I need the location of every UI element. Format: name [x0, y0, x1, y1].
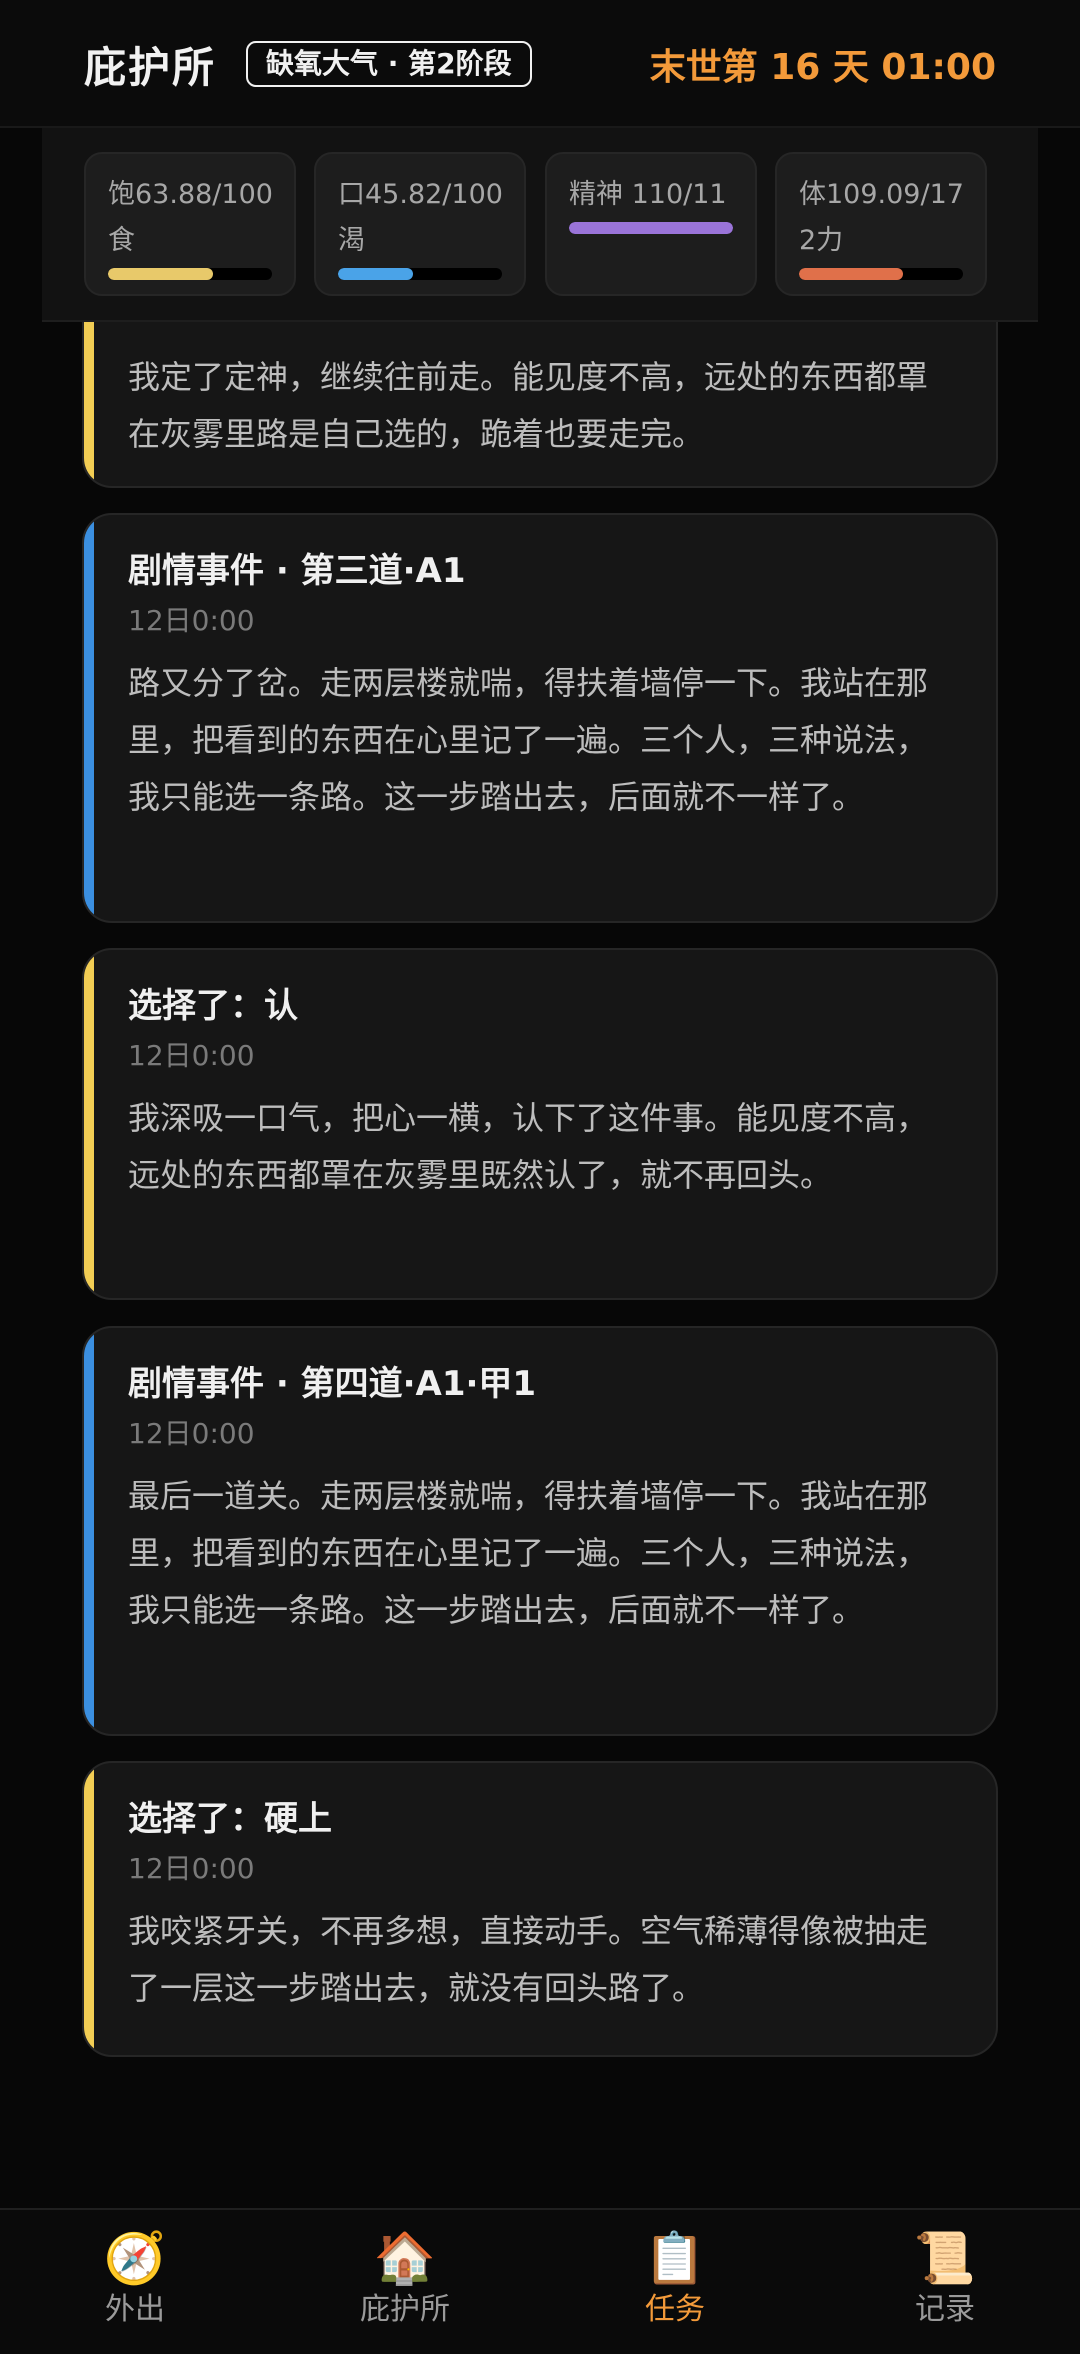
- hunger-bar-fill: [108, 268, 213, 280]
- stats-panel: 饱63.88/100食 口45.82/100渴 精神 110/110 体109.…: [42, 128, 1038, 322]
- house-icon: 🏠: [373, 2229, 437, 2287]
- card-title: 选择了：认: [128, 986, 298, 1026]
- card-body: 我定了定神，继续往前走。能见度不高，远处的东西都罩在灰雾里路是自己选的，跪着也要…: [128, 358, 929, 453]
- stat-label: 口45.82/100渴: [338, 179, 503, 256]
- stage-badge: 缺氧大气 · 第2阶段: [246, 41, 532, 87]
- stamina-bar: [799, 268, 963, 280]
- stat-card-thirst: 口45.82/100渴: [314, 152, 526, 296]
- event-feed[interactable]: 我定了定神，继续往前走。能见度不高，远处的东西都罩在灰雾里路是自己选的，跪着也要…: [0, 0, 1080, 2210]
- nav-item-records[interactable]: 📜 记录: [845, 2230, 1045, 2330]
- card-time: 12日0:00: [128, 1039, 255, 1072]
- card-accent-bar: [84, 1328, 94, 1734]
- feed-card-event: 剧情事件 · 第四道·A1·甲1 12日0:00 最后一道关。走两层楼就喘，得扶…: [82, 1326, 998, 1736]
- card-time: 12日0:00: [128, 604, 255, 637]
- stat-card-spirit: 精神 110/110: [545, 152, 757, 296]
- card-title: 剧情事件 · 第三道·A1: [128, 551, 466, 591]
- card-accent-bar: [84, 515, 94, 921]
- top-header: 庇护所 缺氧大气 · 第2阶段 末世第 16 天 01:00: [0, 0, 1080, 128]
- nav-label: 外出: [105, 2292, 165, 2327]
- page-title: 庇护所: [84, 42, 217, 92]
- clipboard-icon: 📋: [643, 2229, 707, 2287]
- feed-card-choice: 选择了：硬上 12日0:00 我咬紧牙关，不再多想，直接动手。空气稀薄得像被抽走…: [82, 1761, 998, 2057]
- card-body: 我深吸一口气，把心一横，认下了这件事。能见度不高，远处的东西都罩在灰雾里既然认了…: [128, 1099, 929, 1194]
- card-time: 12日0:00: [128, 1852, 255, 1885]
- bottom-nav: 🧭 外出 🏠 庇护所 📋 任务 📜 记录: [0, 2208, 1080, 2354]
- nav-item-shelter[interactable]: 🏠 庇护所: [305, 2230, 505, 2330]
- scroll-icon: 📜: [913, 2229, 977, 2287]
- game-time: 末世第 16 天 01:00: [649, 47, 996, 88]
- feed-card-event: 剧情事件 · 第三道·A1 12日0:00 路又分了岔。走两层楼就喘，得扶着墙停…: [82, 513, 998, 923]
- nav-label: 记录: [915, 2292, 975, 2327]
- stat-label: 饱63.88/100食: [108, 179, 273, 256]
- compass-icon: 🧭: [103, 2229, 167, 2287]
- spirit-bar-fill: [569, 222, 733, 234]
- stat-label: 体109.09/172力: [799, 179, 964, 256]
- thirst-bar: [338, 268, 502, 280]
- card-title: 选择了：硬上: [128, 1799, 332, 1839]
- feed-card-choice: 选择了：认 12日0:00 我深吸一口气，把心一横，认下了这件事。能见度不高，远…: [82, 948, 998, 1300]
- card-body: 最后一道关。走两层楼就喘，得扶着墙停一下。我站在那里，把看到的东西在心里记了一遍…: [128, 1477, 929, 1629]
- thirst-bar-fill: [338, 268, 414, 280]
- card-accent-bar: [84, 950, 94, 1298]
- stat-card-stamina: 体109.09/172力: [775, 152, 987, 296]
- card-accent-bar: [84, 1763, 94, 2055]
- card-body: 路又分了岔。走两层楼就喘，得扶着墙停一下。我站在那里，把看到的东西在心里记了一遍…: [128, 664, 929, 816]
- stamina-bar-fill: [799, 268, 904, 280]
- nav-item-tasks[interactable]: 📋 任务: [575, 2230, 775, 2330]
- card-body: 我咬紧牙关，不再多想，直接动手。空气稀薄得像被抽走了一层这一步踏出去，就没有回头…: [128, 1912, 929, 2007]
- nav-label: 任务: [645, 2292, 705, 2327]
- nav-item-outing[interactable]: 🧭 外出: [35, 2230, 235, 2330]
- spirit-bar: [569, 222, 733, 234]
- stat-label: 精神 110/110: [569, 179, 727, 210]
- hunger-bar: [108, 268, 272, 280]
- card-time: 12日0:00: [128, 1417, 255, 1450]
- card-title: 剧情事件 · 第四道·A1·甲1: [128, 1364, 537, 1404]
- stat-card-hunger: 饱63.88/100食: [84, 152, 296, 296]
- nav-label: 庇护所: [360, 2292, 450, 2327]
